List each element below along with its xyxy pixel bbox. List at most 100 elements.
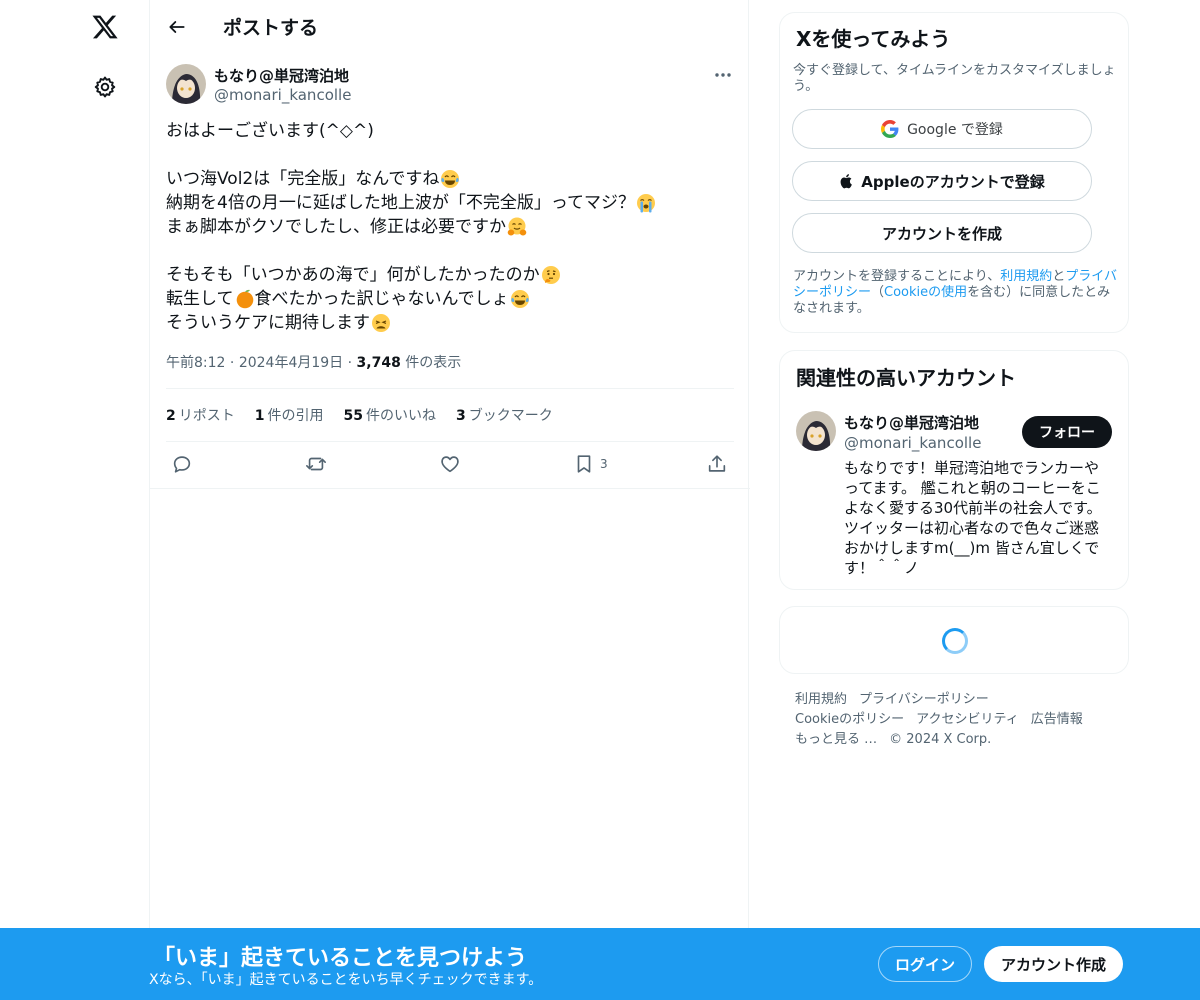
quotes-label: 件の引用 (267, 408, 324, 424)
account-name[interactable]: もなり@単冠湾泊地 (844, 412, 979, 433)
loading-card (779, 606, 1129, 674)
post-line: いつ海Vol2は「完全版」なんですね (166, 167, 736, 191)
follow-button[interactable]: フォロー (1022, 416, 1112, 448)
repost-button[interactable] (304, 453, 328, 475)
terms-link[interactable]: 利用規約 (1000, 269, 1052, 284)
main-column: ポストする もなり@単冠湾泊地 @monari_kancolle おはよーござい… (149, 0, 750, 1000)
author-handle[interactable]: @monari_kancolle (214, 86, 351, 104)
post-line: そういうケアに期待します (166, 311, 736, 335)
bookmarks-count: 3 (455, 408, 466, 424)
left-navigation (0, 0, 150, 1000)
tangerine-icon (236, 289, 253, 309)
views-label: 件の表示 (405, 355, 462, 371)
post-time[interactable]: 午前8:12 (166, 355, 225, 371)
apple-signup-button[interactable]: Appleのアカウントで登録 (792, 161, 1092, 201)
post-line-text: そもそも「いつかあの海で」何がしたかったのか (166, 265, 540, 285)
quotes-stat[interactable]: 1 件の引用 (255, 405, 324, 425)
thinking-face-icon (541, 266, 560, 284)
reply-icon (173, 456, 191, 473)
like-button[interactable] (439, 453, 461, 475)
weary-face-icon (372, 314, 390, 332)
signup-title: Xを使ってみよう (796, 27, 951, 51)
footer-terms-link[interactable]: 利用規約 (795, 692, 847, 707)
post-line-text: 転生して (166, 289, 234, 309)
post-line: 納期を4倍の月一に延ばした地上波が「不完全版」ってマジ？ (166, 191, 736, 215)
footer-more-link[interactable]: もっと見る … (795, 732, 877, 747)
quotes-count: 1 (254, 408, 265, 424)
google-signup-label: Google で登録 (907, 122, 1003, 138)
bottom-bar-title: 「いま」起きていることを見つけよう (153, 946, 528, 971)
terms-notice: アカウントを登録することにより、利用規約とプライバシーポリシー（Cookieの使… (793, 269, 1118, 317)
footer-privacy-link[interactable]: プライバシーポリシー (859, 692, 989, 707)
bookmark-button[interactable]: 3 (573, 453, 608, 475)
signup-subtitle: 今すぐ登録して、タイムラインをカスタマイズしましょう。 (793, 63, 1116, 94)
post-line-text: まぁ脚本がクソでしたし、修正は必要ですか (166, 217, 506, 237)
post-actions: 3 (150, 441, 750, 489)
signup-button[interactable]: アカウント作成 (984, 946, 1123, 982)
post-line: 転生して 食べたかった訳じゃないんでしょ (166, 287, 736, 311)
face-with-tears-of-joy-icon (441, 170, 460, 188)
apple-icon (840, 174, 853, 189)
account-handle[interactable]: @monari_kancolle (844, 434, 981, 452)
footer-ads-link[interactable]: 広告情報 (1031, 712, 1083, 727)
cookie-link[interactable]: Cookieの使用 (884, 285, 967, 300)
bottom-bar-subtitle: Xなら、「いま」起きていることをいち早くチェックできます。 (149, 972, 543, 988)
footer-accessibility-link[interactable]: アクセシビリティ (916, 712, 1019, 727)
reply-button[interactable] (171, 453, 193, 475)
account-bio: もなりです！単冠湾泊地でランカーやってます。 艦これと朝のコーヒーをこよなく愛す… (844, 459, 1102, 577)
signup-card: Xを使ってみよう 今すぐ登録して、タイムラインをカスタマイズしましょう。 Goo… (779, 12, 1129, 333)
post-metadata: 午前8:12 · 2024年4月19日 · 3,748 件の表示 (166, 355, 462, 371)
post-line-text: 食べたかった訳じゃないんでしょ (254, 289, 509, 309)
main-header: ポストする (150, 0, 750, 53)
bottom-signup-bar: 「いま」起きていることを見つけよう Xなら、「いま」起きていることをいち早くチェ… (0, 928, 1200, 1000)
page-title: ポストする (223, 17, 319, 39)
face-with-tears-of-joy-icon (510, 290, 529, 308)
x-logo-icon[interactable] (88, 10, 122, 44)
footer-links: 利用規約 プライバシーポリシー Cookieのポリシー アクセシビリティ 広告情報 も… (795, 690, 1125, 750)
hugging-face-icon (507, 217, 527, 236)
post-line-text: いつ海Vol2は「完全版」なんですね (166, 169, 440, 189)
apple-signup-label: Appleのアカウントで登録 (861, 172, 1045, 191)
terms-and: と (1052, 269, 1066, 284)
bookmark-count: 3 (600, 457, 608, 471)
repost-icon (306, 457, 326, 471)
footer-copyright: © 2024 X Corp. (889, 732, 992, 747)
share-button[interactable] (706, 453, 728, 475)
bookmarks-stat[interactable]: 3 ブックマーク (456, 405, 553, 425)
likes-label: 件のいいね (365, 408, 436, 424)
post-line-text: 納期を4倍の月一に延ばした地上波が「不完全版」ってマジ？ (166, 193, 635, 213)
post-line: おはよーございます(^◇^) (166, 119, 736, 143)
heart-icon (441, 456, 459, 473)
login-button[interactable]: ログイン (878, 946, 972, 982)
terms-prefix: アカウントを登録することにより、 (793, 269, 1001, 284)
more-options-icon[interactable] (712, 66, 734, 84)
divider (166, 388, 734, 389)
terms-paren: （ (871, 285, 885, 300)
avatar[interactable] (796, 411, 836, 451)
likes-stat[interactable]: 55 件のいいね (344, 405, 436, 425)
post-stats: 2 リポスト 1 件の引用 55 件のいいね 3 ブックマーク (166, 405, 553, 425)
likes-count: 55 (343, 408, 363, 424)
reposts-count: 2 (166, 408, 176, 424)
create-account-label: アカウントを作成 (881, 224, 1002, 243)
share-icon (708, 455, 726, 472)
post-line-text: おはよーございます(^◇^) (166, 121, 374, 141)
author-avatar[interactable] (166, 64, 206, 104)
relevant-accounts-card: 関連性の高いアカウント もなり@単冠湾泊地 @monari_kancolle フ… (779, 350, 1129, 590)
reposts-label: リポスト (178, 408, 235, 424)
loading-spinner-icon (942, 628, 968, 654)
gear-icon[interactable] (90, 72, 120, 102)
reposts-stat[interactable]: 2 リポスト (166, 405, 235, 425)
post-line: まぁ脚本がクソでしたし、修正は必要ですか (166, 215, 736, 239)
author-name[interactable]: もなり@単冠湾泊地 (214, 65, 349, 86)
footer-cookie-link[interactable]: Cookieのポリシー (795, 712, 904, 727)
views-count: 3,748 (356, 355, 401, 371)
back-arrow-icon[interactable] (164, 14, 190, 40)
google-icon (881, 120, 899, 138)
bookmark-icon (577, 455, 591, 473)
create-account-button[interactable]: アカウントを作成 (792, 213, 1092, 253)
google-signup-button[interactable]: Google で登録 (792, 109, 1092, 149)
post-date[interactable]: 2024年4月19日 (239, 355, 343, 371)
